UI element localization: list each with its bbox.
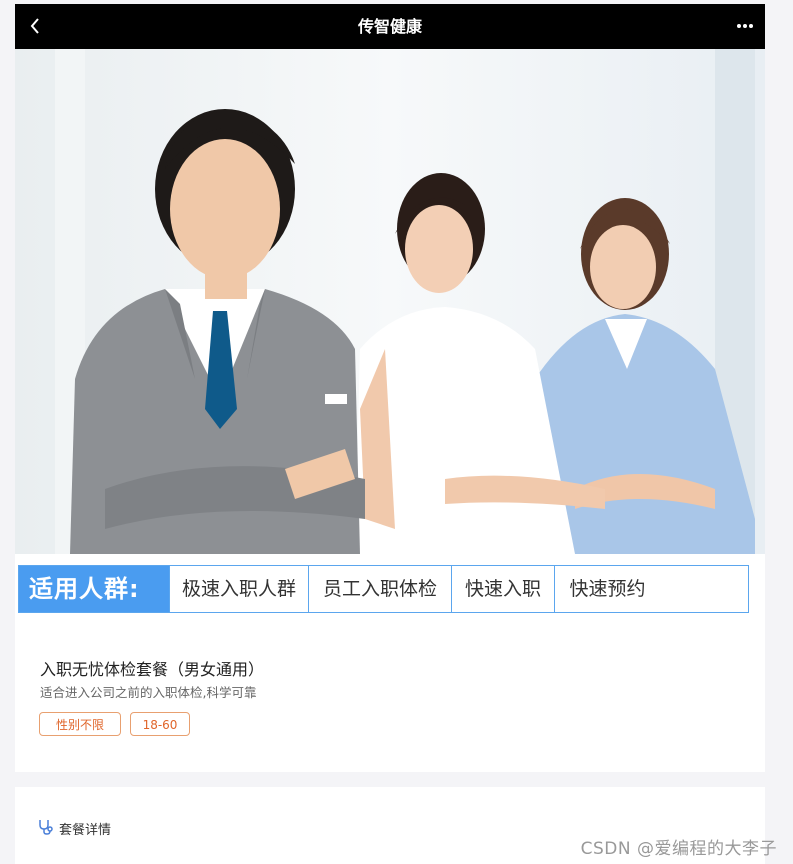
back-button[interactable] [25, 15, 47, 37]
package-name: 入职无忧体检套餐（男女通用） [40, 660, 265, 679]
audience-item: 员工入职体检 [308, 566, 451, 612]
audience-item: 快速预约 [554, 566, 660, 612]
more-dots-icon [737, 24, 753, 28]
target-audience-label: 适用人群: [19, 566, 169, 612]
stethoscope-icon [39, 820, 53, 835]
package-details-label: 套餐详情 [59, 823, 112, 838]
tag-chip: 性别不限 [39, 712, 121, 736]
audience-item: 极速入职人群 [169, 566, 308, 612]
top-nav-bar: 传智健康 [15, 4, 765, 49]
more-button[interactable] [735, 17, 755, 35]
chevron-left-icon [30, 18, 39, 34]
package-info-card: 适用人群: 极速入职人群 员工入职体检 快速入职 快速预约 入职无忧体检套餐（男… [15, 554, 765, 772]
watermark: CSDN @爱编程的大李子 [580, 839, 777, 859]
app-frame: 传智健康 适用人群: 极速入职人群 员工入职体检 快速入职 快速预约 入职无忧体… [15, 4, 765, 864]
hero-image [15, 49, 765, 554]
page-title: 传智健康 [357, 17, 422, 36]
tag-chip: 18-60 [130, 712, 190, 736]
audience-item: 快速入职 [451, 566, 554, 612]
package-description: 适合进入公司之前的入职体检,科学可靠 [40, 685, 257, 700]
target-audience-banner: 适用人群: 极速入职人群 员工入职体检 快速入职 快速预约 [18, 565, 749, 613]
